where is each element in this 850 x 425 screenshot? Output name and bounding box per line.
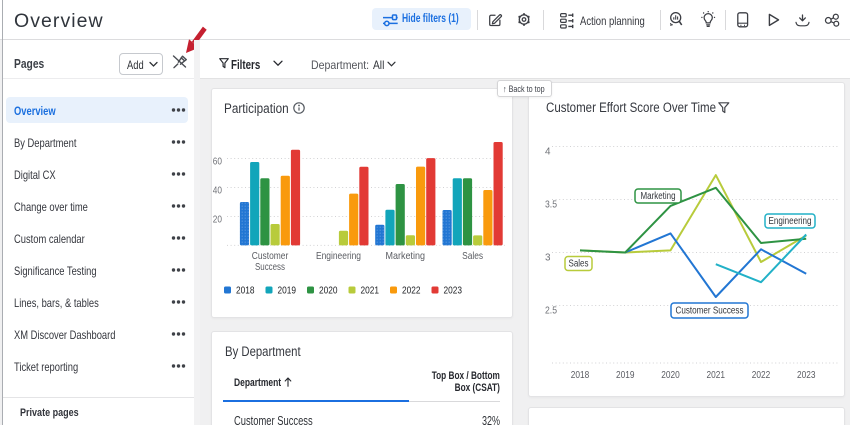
svg-text:2019: 2019 xyxy=(616,369,635,381)
svg-text:2020: 2020 xyxy=(661,369,680,381)
svg-text:60: 60 xyxy=(213,156,222,168)
svg-text:3: 3 xyxy=(545,252,551,264)
svg-text:Engineering: Engineering xyxy=(769,216,812,227)
svg-text:Success: Success xyxy=(255,261,285,273)
svg-text:2018: 2018 xyxy=(236,285,255,297)
svg-text:2021: 2021 xyxy=(707,369,726,381)
svg-text:Engineering: Engineering xyxy=(316,250,361,262)
svg-text:2019: 2019 xyxy=(278,285,297,297)
svg-text:2.5: 2.5 xyxy=(545,305,557,317)
svg-text:2023: 2023 xyxy=(797,369,816,381)
svg-text:3.5: 3.5 xyxy=(545,199,557,211)
svg-text:4: 4 xyxy=(545,146,551,158)
svg-text:2023: 2023 xyxy=(444,285,463,297)
svg-text:20: 20 xyxy=(213,214,222,226)
svg-text:Marketing: Marketing xyxy=(386,250,426,262)
svg-text:2020: 2020 xyxy=(319,285,338,297)
svg-text:2022: 2022 xyxy=(752,369,771,381)
svg-text:2018: 2018 xyxy=(571,369,590,381)
svg-text:Marketing: Marketing xyxy=(641,191,676,202)
svg-text:40: 40 xyxy=(213,185,222,197)
svg-text:Sales: Sales xyxy=(569,259,589,270)
svg-text:Sales: Sales xyxy=(462,250,483,262)
svg-text:2021: 2021 xyxy=(361,285,380,297)
svg-text:2022: 2022 xyxy=(402,285,421,297)
svg-text:Customer Success: Customer Success xyxy=(676,306,744,317)
